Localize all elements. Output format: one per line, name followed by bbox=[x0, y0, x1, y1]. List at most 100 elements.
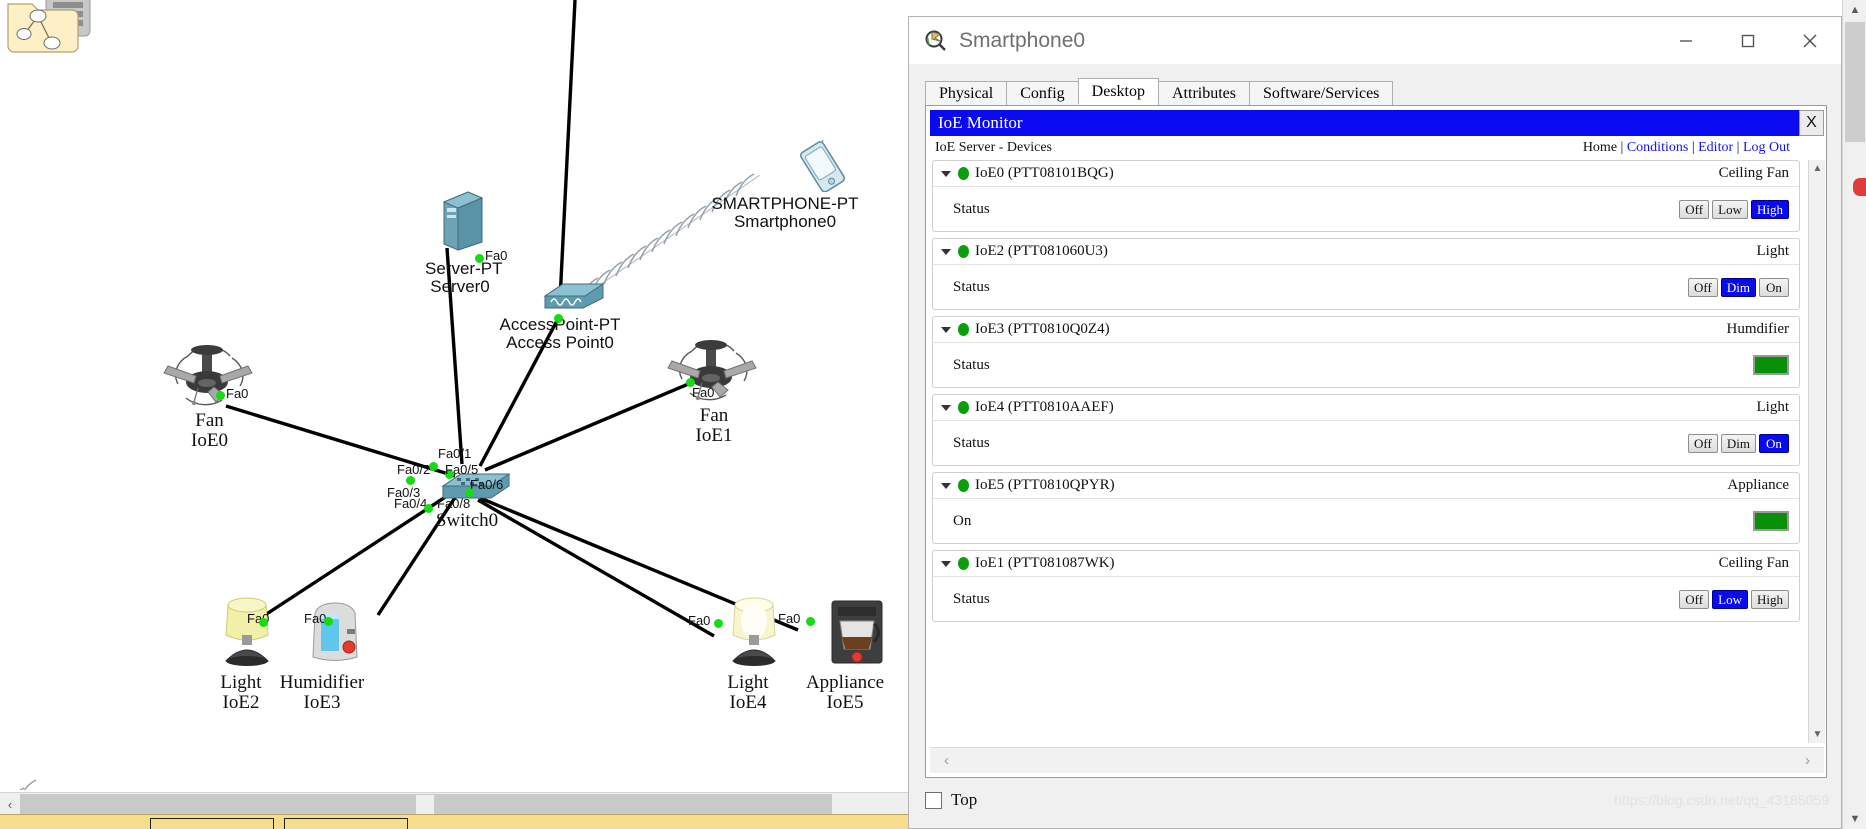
status-led-icon bbox=[958, 167, 969, 180]
ioe-monitor-panel: IoE Monitor X IoE Server - Devices Home … bbox=[925, 105, 1827, 778]
device-header[interactable]: IoE4 (PTT0810AAEF) Light bbox=[933, 395, 1799, 421]
device-type: Ceiling Fan bbox=[1718, 555, 1789, 571]
switch-port-fa0-2: Fa0/2 bbox=[397, 462, 431, 477]
node-model-phone0: SMARTPHONE-PT bbox=[711, 194, 859, 213]
status-button-off[interactable]: Off bbox=[1687, 433, 1718, 453]
coffee-maker-icon bbox=[831, 600, 883, 664]
status-led-icon bbox=[958, 479, 969, 492]
device-body: Status Off Dim On bbox=[933, 421, 1799, 465]
status-button-group[interactable]: Off Low High bbox=[1679, 199, 1789, 219]
status-button-off[interactable]: Off bbox=[1679, 589, 1710, 609]
status-button-high[interactable]: High bbox=[1751, 589, 1789, 609]
device-header[interactable]: IoE0 (PTT08101BQG) Ceiling Fan bbox=[933, 161, 1799, 187]
node-fan-ioe0[interactable]: Fa0 Fan IoE0 bbox=[152, 340, 267, 451]
node-server0[interactable]: Fa0 Server-PT Server0 bbox=[425, 190, 507, 296]
status-button-dim[interactable]: Dim bbox=[1720, 277, 1756, 297]
close-button[interactable] bbox=[1779, 17, 1841, 64]
ioe-nav-links[interactable]: Home | Conditions | Editor | Log Out bbox=[1583, 140, 1790, 156]
status-button-group[interactable]: Off Low High bbox=[1679, 589, 1789, 609]
toolbar-slot[interactable] bbox=[150, 818, 274, 829]
toolbar-slot[interactable] bbox=[284, 818, 408, 829]
chevron-down-icon[interactable] bbox=[941, 170, 951, 177]
tab-attributes[interactable]: Attributes bbox=[1158, 81, 1250, 105]
panel-scroll-left-arrow[interactable]: ‹ bbox=[944, 752, 949, 769]
status-button-on[interactable]: On bbox=[1759, 433, 1789, 453]
nav-home-link[interactable]: Home bbox=[1583, 140, 1617, 155]
tab-physical[interactable]: Physical bbox=[925, 81, 1008, 105]
device-list-vertical-scrollbar[interactable]: ▲ ▼ bbox=[1808, 160, 1825, 743]
status-label: Status bbox=[953, 590, 990, 607]
status-button-group[interactable]: Off Dim On bbox=[1687, 277, 1789, 297]
node-name-ioe0: IoE0 bbox=[191, 429, 228, 451]
screen: Fa0 Server-PT Server0 AccessPoint-PT Acc… bbox=[0, 0, 1866, 829]
nav-conditions-link[interactable]: Conditions bbox=[1627, 140, 1688, 155]
node-humidifier-ioe3[interactable]: Fa0 Humidifier IoE3 bbox=[262, 595, 382, 713]
top-checkbox-row[interactable]: Top bbox=[925, 790, 977, 810]
status-color-swatch[interactable] bbox=[1753, 511, 1789, 531]
node-switch0[interactable]: Switch0 Fa0/1 Fa0/2 Fa0/5 Fa0/6 Fa0/3 Fa… bbox=[387, 446, 522, 531]
chevron-down-icon[interactable] bbox=[941, 560, 951, 567]
scroll-down-arrow[interactable]: ▼ bbox=[1809, 726, 1826, 743]
status-button-off[interactable]: Off bbox=[1687, 277, 1718, 297]
switch-port-dot-4 bbox=[424, 504, 433, 513]
scrollbar-thumb[interactable] bbox=[416, 795, 434, 814]
node-access-point0[interactable]: AccessPoint-PT Access Point0 bbox=[495, 278, 625, 351]
panel-horizontal-scroll-strip[interactable]: ‹ › bbox=[930, 747, 1824, 773]
port-dot-ioe0 bbox=[216, 391, 225, 400]
nav-logout-link[interactable]: Log Out bbox=[1743, 140, 1790, 155]
minimize-button[interactable] bbox=[1655, 17, 1717, 64]
node-smartphone0[interactable]: SMARTPHONE-PT Smartphone0 bbox=[680, 129, 890, 231]
workspace-horizontal-scrollbar[interactable]: ‹ bbox=[0, 792, 910, 814]
scrollbar-track[interactable] bbox=[20, 794, 832, 814]
status-label: Status bbox=[953, 434, 990, 451]
chevron-down-icon[interactable] bbox=[941, 404, 951, 411]
outer-scroll-up-arrow[interactable]: ▲ bbox=[1843, 0, 1866, 20]
status-button-on[interactable]: On bbox=[1759, 277, 1789, 297]
device-header[interactable]: IoE3 (PTT0810Q0Z4) Humdifier bbox=[933, 317, 1799, 343]
outer-scroll-down-arrow[interactable]: ▼ bbox=[1843, 809, 1866, 829]
status-color-swatch[interactable] bbox=[1753, 355, 1789, 375]
status-button-low[interactable]: Low bbox=[1712, 589, 1748, 609]
packet-tracer-workspace[interactable]: Fa0 Server-PT Server0 AccessPoint-PT Acc… bbox=[0, 0, 910, 829]
status-swatch-group[interactable] bbox=[1753, 511, 1789, 531]
tab-bar[interactable]: Physical Config Desktop Attributes Softw… bbox=[925, 78, 1545, 105]
status-button-group[interactable]: Off Dim On bbox=[1687, 433, 1789, 453]
status-swatch-group[interactable] bbox=[1753, 355, 1789, 375]
status-button-low[interactable]: Low bbox=[1712, 199, 1748, 219]
device-name: IoE2 (PTT081060U3) bbox=[975, 243, 1108, 259]
status-button-dim[interactable]: Dim bbox=[1720, 433, 1756, 453]
node-name-server0: Server0 bbox=[430, 276, 490, 296]
status-button-off[interactable]: Off bbox=[1679, 199, 1710, 219]
node-appliance-ioe5[interactable]: Fa0 Appliance IoE5 bbox=[778, 597, 900, 713]
device-list-scroll-area[interactable]: IoE0 (PTT08101BQG) Ceiling Fan Status Of… bbox=[930, 160, 1824, 743]
device-header[interactable]: IoE1 (PTT081087WK) Ceiling Fan bbox=[933, 551, 1799, 577]
scroll-up-arrow[interactable]: ▲ bbox=[1809, 160, 1826, 177]
node-fan-ioe1[interactable]: Fa0 Fan IoE1 bbox=[655, 335, 773, 446]
node-model-ioe0: Fan bbox=[195, 410, 224, 431]
chevron-down-icon[interactable] bbox=[941, 248, 951, 255]
device-body: Status Off Dim On bbox=[933, 265, 1799, 309]
panel-scroll-right-arrow[interactable]: › bbox=[1805, 752, 1810, 769]
device-type: Light bbox=[1756, 399, 1790, 415]
nav-editor-link[interactable]: Editor bbox=[1698, 140, 1733, 155]
port-dot-ioe5 bbox=[806, 617, 815, 626]
chevron-down-icon[interactable] bbox=[941, 482, 951, 489]
node-name-ioe3: IoE3 bbox=[303, 691, 341, 713]
status-button-high[interactable]: High bbox=[1751, 199, 1789, 219]
maximize-button[interactable] bbox=[1717, 17, 1779, 64]
outer-scrollbar-thumb[interactable] bbox=[1845, 22, 1865, 142]
outer-vertical-scrollbar[interactable]: ▲ ▼ bbox=[1842, 0, 1866, 829]
device-body: Status Off Low High bbox=[933, 187, 1799, 231]
device-header[interactable]: IoE5 (PTT0810QPYR) Appliance bbox=[933, 473, 1799, 499]
tab-software-services[interactable]: Software/Services bbox=[1249, 81, 1394, 105]
node-name-phone0: Smartphone0 bbox=[733, 211, 837, 231]
top-checkbox-label: Top bbox=[951, 790, 978, 809]
tab-desktop[interactable]: Desktop bbox=[1077, 78, 1159, 105]
ioe-monitor-titlebar: IoE Monitor X bbox=[930, 110, 1824, 136]
tab-config[interactable]: Config bbox=[1006, 81, 1079, 105]
scroll-left-arrow[interactable]: ‹ bbox=[0, 793, 20, 815]
top-checkbox[interactable] bbox=[925, 791, 942, 809]
chevron-down-icon[interactable] bbox=[941, 326, 951, 333]
ioe-close-button[interactable]: X bbox=[1799, 110, 1824, 136]
device-header[interactable]: IoE2 (PTT081060U3) Light bbox=[933, 239, 1799, 265]
